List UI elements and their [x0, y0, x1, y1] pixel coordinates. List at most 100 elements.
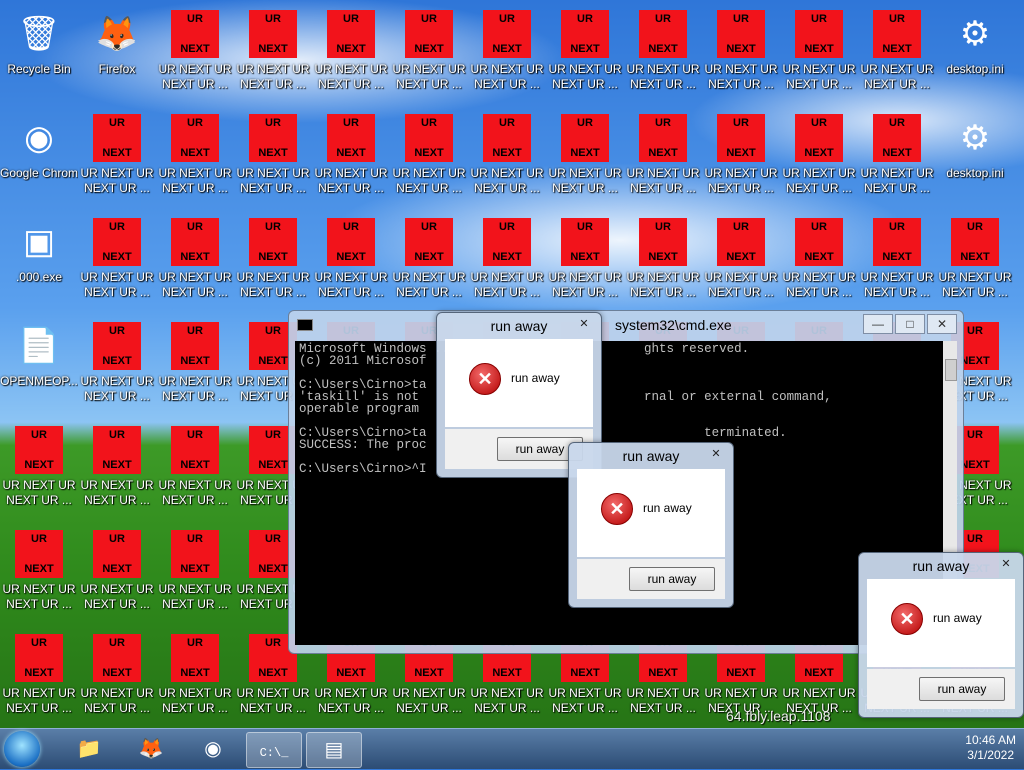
ur-next-icon[interactable]: URNEXTUR NEXT URNEXT UR ...	[936, 212, 1014, 312]
ur-next-image: URNEXT	[171, 634, 219, 682]
ur-next-icon[interactable]: URNEXTUR NEXT URNEXT UR ...	[858, 108, 936, 208]
ur-next-icon[interactable]: URNEXTUR NEXT URNEXT UR ...	[468, 4, 546, 104]
ur-next-icon[interactable]: URNEXTUR NEXT URNEXT UR ...	[468, 108, 546, 208]
ur-next-icon[interactable]: URNEXTUR NEXT URNEXT UR ...	[390, 212, 468, 312]
ur-next-icon[interactable]: URNEXTUR NEXT URNEXT UR ...	[78, 420, 156, 520]
ur-next-image: URNEXT	[561, 218, 609, 266]
console-icon	[297, 319, 313, 331]
maximize-icon[interactable]: □	[895, 314, 925, 334]
close-icon[interactable]: ✕	[995, 557, 1017, 571]
ur-next-image: URNEXT	[795, 114, 843, 162]
recycle-bin-icon[interactable]: 🗑 Recycle Bin	[0, 4, 78, 104]
ur-next-icon[interactable]: URNEXTUR NEXT URNEXT UR ...	[624, 4, 702, 104]
ur-next-image: URNEXT	[795, 10, 843, 58]
cmd-title-bar[interactable]: system32\cmd.exe	[289, 311, 963, 339]
ur-next-icon[interactable]: URNEXTUR NEXT URNEXT UR ...	[156, 524, 234, 624]
dialog-message: run away	[933, 611, 982, 625]
start-button[interactable]	[4, 731, 40, 767]
ur-next-icon[interactable]: URNEXTUR NEXT URNEXT UR ...	[78, 628, 156, 728]
ur-next-icon[interactable]: URNEXTUR NEXT URNEXT UR ...	[78, 108, 156, 208]
clock-date: 3/1/2022	[967, 748, 1014, 762]
console-icon: C:\_	[259, 746, 289, 760]
close-icon[interactable]: ✕	[927, 314, 957, 334]
firefox-desktop-icon[interactable]: 🦊 Firefox	[78, 4, 156, 104]
desktop-ini-icon-2[interactable]: ⚙ desktop.ini	[936, 108, 1014, 208]
ur-next-image: URNEXT	[951, 218, 999, 266]
ur-next-icon[interactable]: URNEXTUR NEXT URNEXT UR ...	[0, 420, 78, 520]
taskbar-cmd[interactable]: C:\_	[246, 732, 302, 768]
system-tray[interactable]: 10:46 AM 3/1/2022	[965, 733, 1016, 763]
exe-desktop-icon[interactable]: ▣ .000.exe	[0, 212, 78, 312]
ur-next-icon[interactable]: URNEXTUR NEXT URNEXT UR ...	[780, 4, 858, 104]
ur-next-icon[interactable]: URNEXTUR NEXT URNEXT UR ...	[0, 628, 78, 728]
ur-next-icon[interactable]: URNEXTUR NEXT URNEXT UR ...	[156, 4, 234, 104]
ur-next-icon[interactable]: URNEXTUR NEXT URNEXT UR ...	[156, 212, 234, 312]
ur-next-icon[interactable]: URNEXTUR NEXT URNEXT UR ...	[312, 212, 390, 312]
ur-next-image: URNEXT	[93, 322, 141, 370]
ur-next-icon[interactable]: URNEXTUR NEXT URNEXT UR ...	[780, 212, 858, 312]
ur-next-icon[interactable]: URNEXTUR NEXT URNEXT UR ...	[78, 212, 156, 312]
ur-next-icon[interactable]: URNEXTUR NEXT URNEXT UR ...	[312, 4, 390, 104]
ur-next-image: URNEXT	[873, 114, 921, 162]
ur-next-icon[interactable]: URNEXTUR NEXT URNEXT UR ...	[156, 628, 234, 728]
ur-next-icon[interactable]: URNEXTUR NEXT URNEXT UR ...	[156, 420, 234, 520]
run-away-button[interactable]: run away	[629, 567, 715, 591]
openme-desktop-icon[interactable]: 📄 OPENMEOP...	[0, 316, 78, 416]
ur-next-icon[interactable]: URNEXTUR NEXT URNEXT UR ...	[390, 108, 468, 208]
ur-next-icon[interactable]: URNEXTUR NEXT URNEXT UR ...	[312, 108, 390, 208]
run-away-dialog-3[interactable]: run away ✕ ✕ run away run away	[858, 552, 1024, 718]
ur-next-image: URNEXT	[483, 218, 531, 266]
ur-next-icon[interactable]: URNEXTUR NEXT URNEXT UR ...	[780, 108, 858, 208]
run-away-dialog-2[interactable]: run away ✕ ✕ run away run away	[568, 442, 734, 608]
cmd-title: system32\cmd.exe	[615, 317, 732, 333]
ur-next-image: URNEXT	[15, 530, 63, 578]
ur-next-image: URNEXT	[639, 218, 687, 266]
minimize-icon[interactable]: —	[863, 314, 893, 334]
ur-next-icon[interactable]: URNEXTUR NEXT URNEXT UR ...	[858, 4, 936, 104]
ur-next-icon[interactable]: URNEXTUR NEXT URNEXT UR ...	[546, 108, 624, 208]
close-icon[interactable]: ✕	[573, 317, 595, 331]
chrome-desktop-icon[interactable]: ◉ Google Chrome	[0, 108, 78, 208]
taskbar-app[interactable]: ▤	[306, 732, 362, 768]
ur-next-image: URNEXT	[15, 634, 63, 682]
ur-next-icon[interactable]: URNEXTUR NEXT URNEXT UR ...	[234, 108, 312, 208]
ur-next-icon[interactable]: URNEXTUR NEXT URNEXT UR ...	[234, 4, 312, 104]
ur-next-icon[interactable]: URNEXTUR NEXT URNEXT UR ...	[156, 316, 234, 416]
ur-next-image: URNEXT	[93, 114, 141, 162]
desktop-ini-icon-1[interactable]: ⚙ desktop.ini	[936, 4, 1014, 104]
ur-next-icon[interactable]: URNEXTUR NEXT URNEXT UR ...	[702, 4, 780, 104]
ur-next-image: URNEXT	[93, 530, 141, 578]
document-icon: 📄	[17, 327, 61, 365]
taskbar-chrome[interactable]: ◉	[186, 732, 240, 766]
ur-next-icon[interactable]: URNEXTUR NEXT URNEXT UR ...	[390, 4, 468, 104]
chrome-icon: ◉	[24, 119, 54, 157]
window-icon: ▤	[324, 739, 344, 761]
ur-next-image: URNEXT	[795, 218, 843, 266]
error-icon: ✕	[469, 363, 501, 395]
ur-next-image: URNEXT	[873, 10, 921, 58]
trash-icon: 🗑	[17, 15, 61, 53]
ur-next-image: URNEXT	[873, 218, 921, 266]
close-icon[interactable]: ✕	[705, 447, 727, 461]
ur-next-icon[interactable]: URNEXTUR NEXT URNEXT UR ...	[78, 524, 156, 624]
dialog-message: run away	[511, 371, 560, 385]
ur-next-icon[interactable]: URNEXTUR NEXT URNEXT UR ...	[234, 212, 312, 312]
ur-next-icon[interactable]: URNEXTUR NEXT URNEXT UR ...	[0, 524, 78, 624]
ur-next-icon[interactable]: URNEXTUR NEXT URNEXT UR ...	[624, 108, 702, 208]
ur-next-icon[interactable]: URNEXTUR NEXT URNEXT UR ...	[702, 108, 780, 208]
ur-next-icon[interactable]: URNEXTUR NEXT URNEXT UR ...	[858, 212, 936, 312]
taskbar-firefox[interactable]: 🦊	[124, 732, 178, 766]
ur-next-icon[interactable]: URNEXTUR NEXT URNEXT UR ...	[624, 212, 702, 312]
ur-next-icon[interactable]: URNEXTUR NEXT URNEXT UR ...	[702, 212, 780, 312]
error-icon: ✕	[891, 603, 923, 635]
ur-next-icon[interactable]: URNEXTUR NEXT URNEXT UR ...	[78, 316, 156, 416]
ur-next-icon[interactable]: URNEXTUR NEXT URNEXT UR ...	[546, 212, 624, 312]
ur-next-icon[interactable]: URNEXTUR NEXT URNEXT UR ...	[156, 108, 234, 208]
ur-next-image: URNEXT	[93, 634, 141, 682]
ur-next-icon[interactable]: URNEXTUR NEXT URNEXT UR ...	[468, 212, 546, 312]
ur-next-image: URNEXT	[327, 114, 375, 162]
ur-next-icon[interactable]: URNEXTUR NEXT URNEXT UR ...	[546, 4, 624, 104]
run-away-button[interactable]: run away	[919, 677, 1005, 701]
firefox-icon: 🦊	[138, 738, 164, 760]
taskbar-explorer[interactable]: 📁	[62, 732, 116, 766]
